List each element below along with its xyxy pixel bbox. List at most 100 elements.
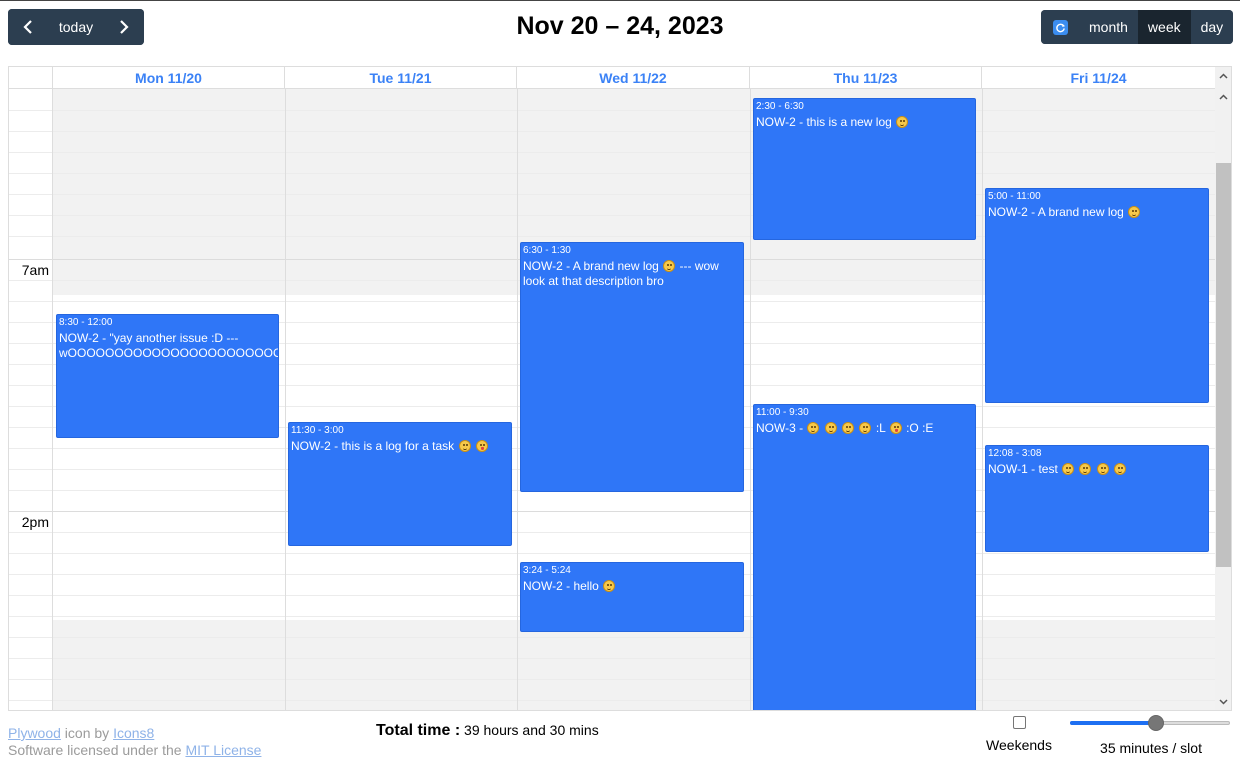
event-title: NOW-3 - <box>756 421 804 435</box>
day-header-thu[interactable]: Thu 11/23 <box>750 67 982 89</box>
smile-emoji-icon <box>1096 463 1109 475</box>
time-label-2pm: 2pm <box>21 514 49 530</box>
event-title: NOW-2 - A brand new log <box>523 259 659 273</box>
weekends-checkbox[interactable] <box>1012 716 1026 729</box>
scroll-up-button[interactable] <box>1215 67 1231 84</box>
total-time-value: 39 hours and 30 mins <box>464 722 599 738</box>
column-line <box>52 89 53 710</box>
clipped-footer-text: · · · · · · · · · · · · · · · · · · · · … <box>220 760 550 764</box>
calendar-scrollbar[interactable] <box>1215 67 1231 710</box>
day-header-wed[interactable]: Wed 11/22 <box>517 67 750 89</box>
event-time: 3:24 - 5:24 <box>523 565 571 576</box>
tongue-emoji-icon <box>889 422 902 434</box>
scroll-down-button[interactable] <box>1215 693 1231 710</box>
day-header-fri[interactable]: Fri 11/24 <box>982 67 1215 89</box>
slot-line <box>9 637 1215 638</box>
weekends-toggle: Weekends <box>980 714 1058 753</box>
event-card[interactable]: 12:08 - 3:08 NOW-1 - test <box>985 445 1209 552</box>
event-time: 11:30 - 3:00 <box>291 425 344 436</box>
view-week-button[interactable]: week <box>1137 10 1191 44</box>
event-card[interactable]: 3:24 - 5:24 NOW-2 - hello <box>520 562 744 632</box>
license-line: Software licensed under the MIT License <box>8 742 261 759</box>
event-card[interactable]: 11:30 - 3:00 NOW-2 - this is a log for a… <box>288 422 512 546</box>
smile-emoji-icon <box>1062 463 1075 475</box>
smile-emoji-icon <box>859 422 872 434</box>
view-day-button[interactable]: day <box>1190 10 1234 44</box>
smile-emoji-icon <box>1128 206 1141 218</box>
tongue-emoji-icon <box>475 440 488 452</box>
column-line <box>285 89 286 710</box>
smile-emoji-icon <box>824 422 837 434</box>
slider-thumb[interactable] <box>1148 715 1165 731</box>
smile-emoji-icon <box>663 260 676 272</box>
event-title: NOW-2 - A brand new log <box>988 205 1124 219</box>
event-card[interactable]: 8:30 - 12:00 NOW-2 - "yay another issue … <box>56 314 279 438</box>
view-month-button[interactable]: month <box>1079 10 1138 44</box>
slot-duration-label: 35 minutes / slot <box>1100 740 1202 756</box>
event-title-line: NOW-3 - :L :O :E <box>756 421 973 436</box>
event-title-line: NOW-2 - A brand new log --- wow look at … <box>523 259 741 289</box>
scrollbar-thumb[interactable] <box>1216 163 1231 567</box>
event-time: 6:30 - 1:30 <box>523 245 571 256</box>
scroll-up-button-inner[interactable] <box>1215 88 1231 105</box>
event-title: NOW-2 - this is a log for a task <box>291 439 455 453</box>
slot-line <box>9 700 1215 701</box>
total-time: Total time : 39 hours and 30 mins <box>376 722 599 740</box>
event-card[interactable]: 11:00 - 9:30 NOW-3 - :L :O :E <box>753 404 976 710</box>
event-time: 12:08 - 3:08 <box>988 448 1042 459</box>
event-time: 2:30 - 6:30 <box>756 101 804 112</box>
icons8-link[interactable]: Icons8 <box>113 725 154 741</box>
view-button-group: month week day <box>1041 10 1234 44</box>
smile-emoji-icon <box>807 422 820 434</box>
weekends-label: Weekends <box>986 737 1052 753</box>
day-header-tue[interactable]: Tue 11/21 <box>285 67 517 89</box>
smile-emoji-icon <box>896 116 909 128</box>
chevron-up-icon <box>1219 72 1228 79</box>
event-card[interactable]: 2:30 - 6:30 NOW-2 - this is a new log <box>753 98 976 240</box>
non-business-shade <box>53 620 1215 710</box>
slot-line <box>9 679 1215 680</box>
smile-emoji-icon <box>1079 463 1092 475</box>
event-card[interactable]: 5:00 - 11:00 NOW-2 - A brand new log <box>985 188 1209 403</box>
slot-line <box>9 173 1215 174</box>
slot-duration-slider[interactable] <box>1070 715 1232 731</box>
time-label-7am: 7am <box>21 262 49 278</box>
event-time: 11:00 - 9:30 <box>756 407 809 418</box>
chevron-up-icon <box>1219 93 1228 100</box>
smile-emoji-icon <box>1114 463 1127 475</box>
refresh-icon <box>1052 19 1068 35</box>
event-text-part: :O :E <box>906 421 934 435</box>
slot-line <box>9 152 1215 153</box>
event-title-line: NOW-1 - test <box>988 462 1206 477</box>
week-calendar: Mon 11/20 Tue 11/21 Wed 11/22 Thu 11/23 … <box>8 66 1232 711</box>
event-card[interactable]: 6:30 - 1:30 NOW-2 - A brand new log --- … <box>520 242 744 492</box>
license-text: Software licensed under the <box>8 742 186 758</box>
smile-emoji-icon <box>458 440 471 452</box>
plywood-link[interactable]: Plywood <box>8 725 61 741</box>
smile-emoji-icon <box>842 422 855 434</box>
time-axis-header <box>9 67 53 89</box>
event-title: NOW-2 - hello <box>523 579 599 593</box>
day-header-row: Mon 11/20 Tue 11/21 Wed 11/22 Thu 11/23 … <box>9 67 1215 89</box>
event-time: 5:00 - 11:00 <box>988 191 1041 202</box>
refresh-button[interactable] <box>1041 10 1079 44</box>
day-header-mon[interactable]: Mon 11/20 <box>53 67 285 89</box>
event-title-line: NOW-2 - hello <box>523 579 741 594</box>
event-title: NOW-1 - test <box>988 462 1058 476</box>
time-grid[interactable]: 7am 2pm 8:30 - 12:00 NOW-2 - "yay anothe… <box>9 89 1215 710</box>
event-time: 8:30 - 12:00 <box>59 317 113 328</box>
credits: Plywood icon by Icons8 Software licensed… <box>8 725 261 759</box>
column-line <box>750 89 751 710</box>
total-time-label: Total time : <box>376 722 461 739</box>
event-title-line: NOW-2 - this is a new log <box>756 115 973 130</box>
event-text-part: :L <box>875 421 886 435</box>
event-title-line: NOW-2 - this is a log for a task <box>291 439 509 454</box>
slot-line <box>9 658 1215 659</box>
slot-line <box>9 131 1215 132</box>
window-top-border <box>0 0 1240 1</box>
credit-text: icon by <box>60 725 114 741</box>
mit-license-link[interactable]: MIT License <box>185 742 261 758</box>
column-line <box>982 89 983 710</box>
slot-line <box>9 110 1215 111</box>
event-title: NOW-2 - "yay another issue :D --- wOOOOO… <box>59 331 279 360</box>
